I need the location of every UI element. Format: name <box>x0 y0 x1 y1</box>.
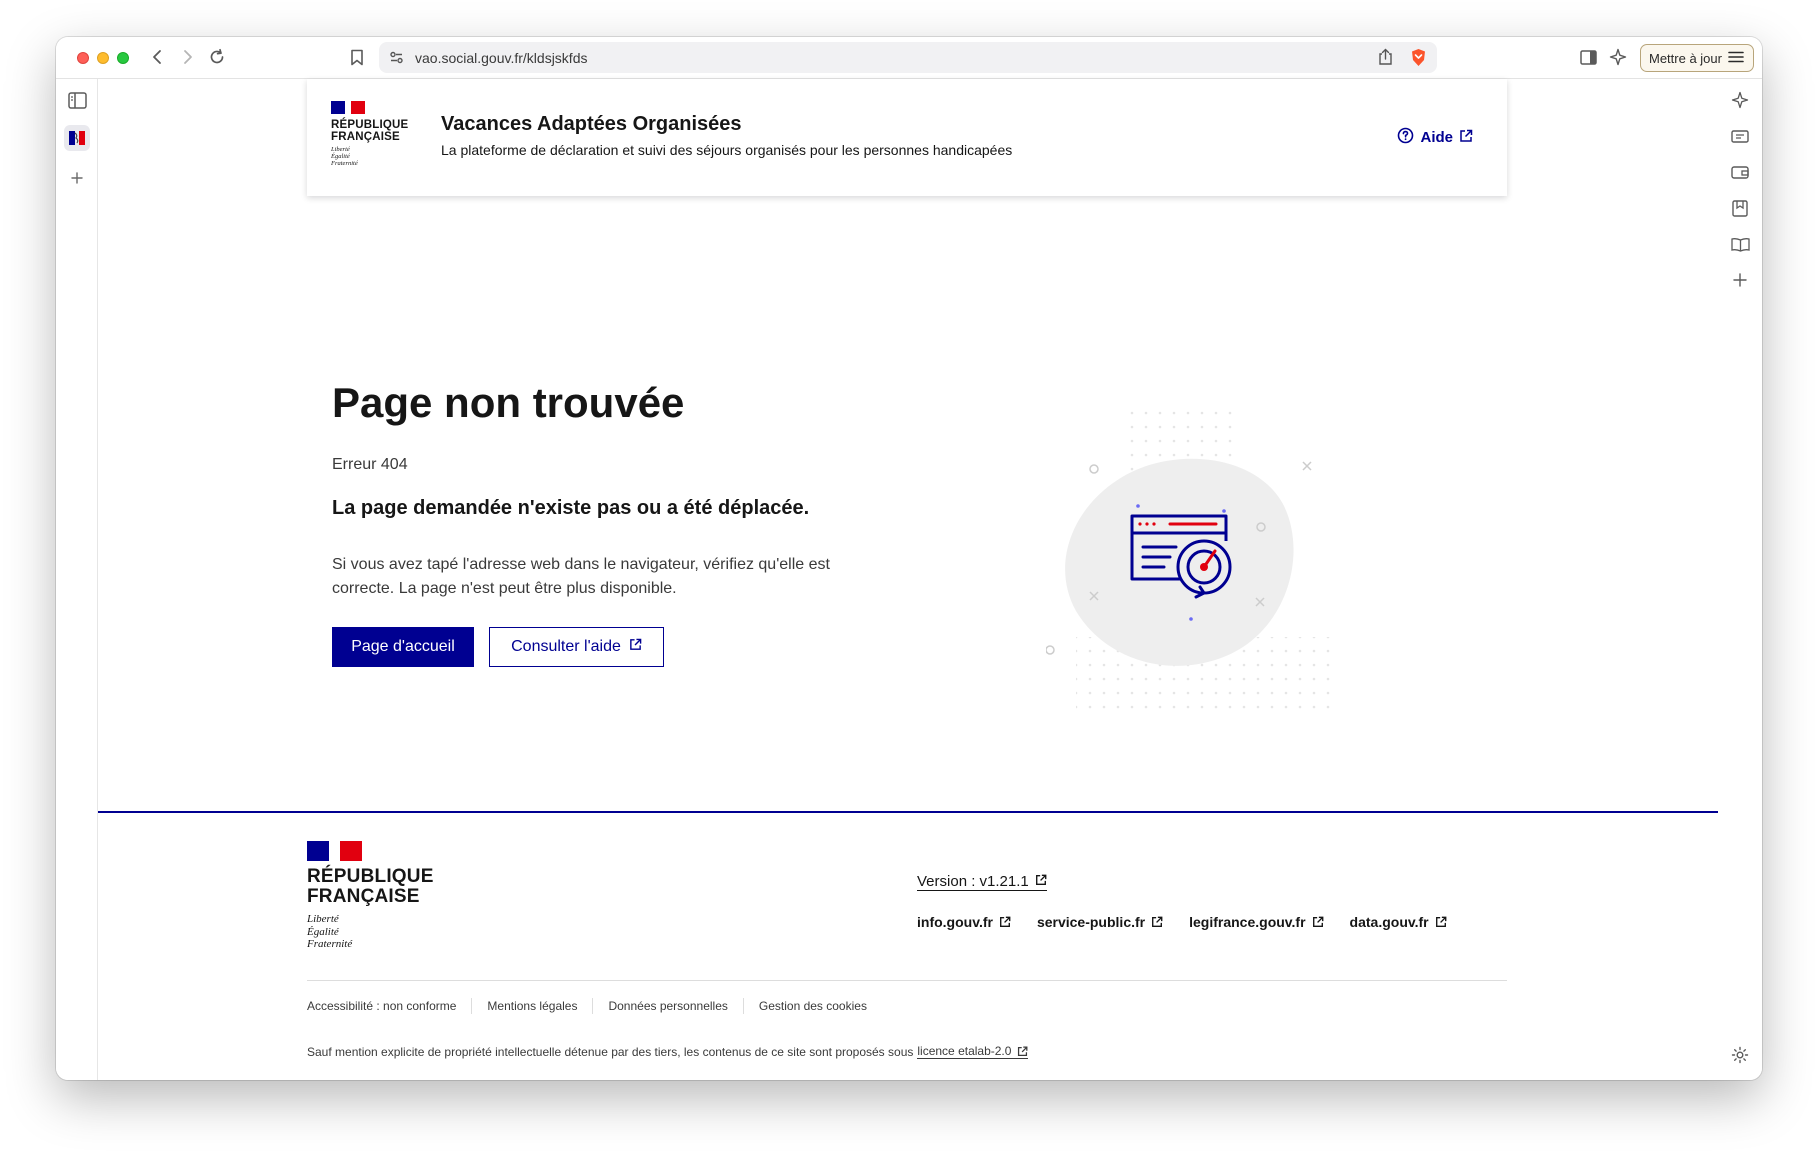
settings-gear-icon[interactable] <box>1727 1042 1753 1068</box>
bookmark-icon[interactable] <box>346 46 368 68</box>
accessibility-link[interactable]: Accessibilité : non conforme <box>307 998 471 1014</box>
external-link-icon <box>1312 916 1323 927</box>
browser-toolbar: vao.social.gouv.fr/kldsjskfds Mettre à j… <box>56 37 1762 79</box>
gov-link-label: service-public.fr <box>1036 914 1146 930</box>
home-button[interactable]: Page d'accueil <box>332 627 474 667</box>
license-mention: Sauf mention explicite de propriété inte… <box>307 1044 1029 1059</box>
site-settings-icon[interactable] <box>389 50 404 70</box>
personal-data-link[interactable]: Données personnelles <box>592 998 742 1014</box>
external-link-icon <box>1435 916 1447 927</box>
license-link[interactable]: licence etalab-2.0 <box>917 1044 1029 1059</box>
left-sidebar <box>56 79 98 1080</box>
site-header: RÉPUBLIQUE FRANÇAISE Liberté Égalité Fra… <box>307 79 1507 196</box>
footer-logo-rf-line1: RÉPUBLIQUE <box>307 866 434 887</box>
address-bar[interactable]: vao.social.gouv.fr/kldsjskfds <box>379 42 1437 73</box>
footer-bottom-links: Accessibilité : non conforme Mentions lé… <box>307 998 882 1014</box>
help-link-label: Aide <box>1420 129 1453 146</box>
error-lead: La page demandée n'existe pas ou a été d… <box>332 497 810 519</box>
bookmarks-panel-icon[interactable] <box>1727 195 1753 221</box>
leo-sparkle-icon[interactable] <box>1727 87 1753 113</box>
footer-devise-fraternite: Fraternité <box>307 938 353 951</box>
logo-rf-line1: RÉPUBLIQUE <box>331 119 409 131</box>
header-help-link[interactable]: Aide <box>1397 127 1473 148</box>
maximize-window-button[interactable] <box>117 52 129 64</box>
update-browser-button[interactable]: Mettre à jour <box>1640 44 1754 72</box>
hamburger-menu-icon <box>1728 51 1744 66</box>
footer-divider <box>307 980 1507 981</box>
service-tagline: La plateforme de déclaration et suivi de… <box>441 142 1013 158</box>
license-text: Sauf mention explicite de propriété inte… <box>307 1044 914 1059</box>
back-arrow-icon[interactable] <box>147 46 169 68</box>
external-link-icon <box>629 638 642 656</box>
gov-link-data[interactable]: data.gouv.fr <box>1350 914 1447 930</box>
external-link-icon <box>1459 129 1473 147</box>
reading-list-icon[interactable] <box>1727 231 1753 257</box>
footer-logo-rf-line2: FRANÇAISE <box>307 885 420 907</box>
service-title[interactable]: Vacances Adaptées Organisées <box>441 113 742 136</box>
license-link-label: licence etalab-2.0 <box>917 1044 1012 1058</box>
screenshot-stage: vao.social.gouv.fr/kldsjskfds Mettre à j… <box>0 0 1817 1154</box>
logo-rf-line2: FRANÇAISE <box>331 131 400 144</box>
external-link-icon <box>999 916 1011 927</box>
leo-ai-icon[interactable] <box>1607 46 1629 68</box>
forward-arrow-icon[interactable] <box>176 46 198 68</box>
error-description: Si vous avez tapé l'adresse web dans le … <box>332 556 830 597</box>
brave-shield-icon[interactable] <box>1410 48 1427 72</box>
footer-republique-francaise-logo[interactable]: RÉPUBLIQUE FRANÇAISE Liberté Égalité Fra… <box>307 841 434 951</box>
page-title: Page non trouvée <box>332 379 685 426</box>
sidebar-toggle-icon[interactable] <box>1577 46 1599 68</box>
footer-devise-liberte: Liberté <box>307 912 339 925</box>
consult-help-button[interactable]: Consulter l'aide <box>489 627 664 667</box>
close-window-button[interactable] <box>77 52 89 64</box>
add-tab-icon[interactable] <box>64 165 90 191</box>
gov-link-label: info.gouv.fr <box>917 914 993 930</box>
republique-francaise-logo[interactable]: RÉPUBLIQUE FRANÇAISE Liberté Égalité Fra… <box>331 101 408 168</box>
sidebar-panel-icon[interactable] <box>64 87 90 113</box>
technical-error-pictogram <box>1045 411 1330 717</box>
right-sidebar <box>1718 79 1762 1080</box>
footer-marianne-flag-icon <box>307 841 362 861</box>
version-link[interactable]: Version : v1.21.1 <box>917 873 1047 891</box>
gov-links: info.gouv.fr service-public.fr legifranc… <box>917 914 1447 930</box>
tab-favicon-marianne[interactable] <box>64 125 90 151</box>
external-link-icon <box>1018 1046 1028 1056</box>
external-link-icon <box>1035 873 1047 890</box>
reload-icon[interactable] <box>206 46 228 68</box>
page-content: RÉPUBLIQUE FRANÇAISE Liberté Égalité Fra… <box>98 79 1718 1080</box>
gov-link-service-public[interactable]: service-public.fr <box>1037 914 1163 930</box>
gov-link-label: data.gouv.fr <box>1349 914 1429 930</box>
question-circle-icon <box>1397 127 1414 148</box>
wallet-icon[interactable] <box>1727 159 1753 185</box>
update-button-label: Mettre à jour <box>1649 50 1722 66</box>
cookie-management-link[interactable]: Gestion des cookies <box>742 998 882 1014</box>
gov-link-label: legifrance.gouv.fr <box>1189 914 1306 930</box>
footer-devise-egalite: Égalité <box>307 925 339 938</box>
devise-fraternite: Fraternité <box>331 159 358 167</box>
legal-notice-link[interactable]: Mentions légales <box>471 998 592 1014</box>
site-footer: RÉPUBLIQUE FRANÇAISE Liberté Égalité Fra… <box>98 811 1718 1080</box>
consult-help-label: Consulter l'aide <box>511 638 621 655</box>
version-label: Version : v1.21.1 <box>917 873 1029 890</box>
browser-window: vao.social.gouv.fr/kldsjskfds Mettre à j… <box>56 37 1762 1080</box>
gov-link-legifrance[interactable]: legifrance.gouv.fr <box>1189 914 1323 930</box>
add-panel-icon[interactable] <box>1727 267 1753 293</box>
error-code: Erreur 404 <box>332 456 408 473</box>
external-link-icon <box>1152 916 1163 927</box>
url-text[interactable]: vao.social.gouv.fr/kldsjskfds <box>415 50 587 66</box>
share-icon[interactable] <box>1378 48 1393 71</box>
news-icon[interactable] <box>1727 123 1753 149</box>
gov-link-info[interactable]: info.gouv.fr <box>917 914 1011 930</box>
marianne-flag-icon <box>331 101 365 114</box>
minimize-window-button[interactable] <box>97 52 109 64</box>
error-illustration <box>1045 411 1336 731</box>
